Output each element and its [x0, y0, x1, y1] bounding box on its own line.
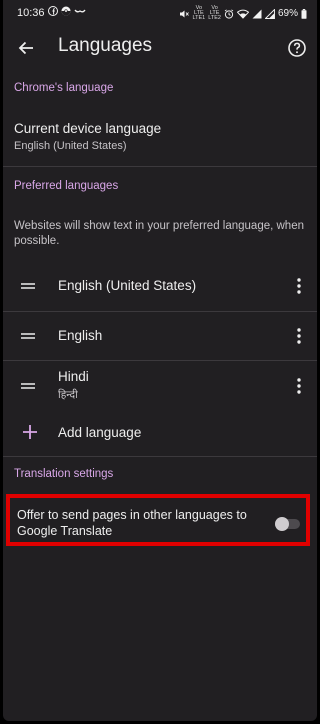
arrow-back-icon [18, 41, 33, 55]
facebook-icon [48, 6, 58, 16]
current-device-language-item[interactable]: Current device language English (United … [3, 112, 317, 162]
page-title: Languages [58, 35, 153, 56]
more-vert-icon[interactable] [293, 327, 305, 345]
signal-icon [264, 8, 275, 19]
add-language-label: Add language [58, 425, 142, 440]
language-row-hindi[interactable]: Hindi हिन्दी [3, 361, 317, 411]
language-row-english-us[interactable]: English (United States) [3, 261, 317, 311]
offer-translate-row[interactable]: Offer to send pages in other languages t… [6, 494, 310, 546]
more-vert-icon[interactable] [293, 277, 305, 295]
more-vert-icon[interactable] [293, 377, 305, 395]
mute-icon [180, 10, 190, 17]
language-native-name: हिन्दी [58, 389, 78, 401]
help-circle-icon [288, 39, 306, 57]
alarm-icon [224, 8, 234, 19]
language-name: Hindi [58, 369, 89, 384]
signal-icon [252, 9, 262, 18]
add-language-button[interactable]: Add language [3, 414, 317, 452]
battery-percent: 69% [277, 8, 298, 19]
section-header-preferred-languages: Preferred languages [14, 180, 119, 192]
back-button[interactable] [14, 36, 38, 60]
help-button[interactable] [286, 37, 308, 59]
screen: 10:36 Vo LTE LTE1 Vo LTE LTE2 69% Langua… [3, 0, 317, 721]
language-name: English [58, 328, 103, 343]
status-left-icons [48, 6, 86, 16]
drag-handle-icon[interactable] [21, 381, 35, 391]
offer-translate-toggle[interactable] [275, 517, 300, 531]
battery-icon [301, 8, 307, 19]
volte2-icon: Vo LTE LTE2 [208, 5, 221, 21]
current-device-language-title: Current device language [14, 121, 162, 136]
current-device-language-value: English (United States) [14, 140, 127, 152]
language-row-english[interactable]: English [3, 311, 317, 361]
wifi-icon [236, 9, 249, 19]
pokeball-icon [61, 6, 71, 16]
language-name: English (United States) [58, 278, 197, 293]
status-time: 10:36 [17, 7, 45, 19]
mustache-icon [74, 9, 86, 13]
app-bar: Languages [3, 26, 317, 72]
status-bar: 10:36 Vo LTE LTE1 Vo LTE LTE2 69% [3, 0, 317, 26]
volte1-icon: Vo LTE LTE1 [192, 5, 206, 21]
section-header-translation-settings: Translation settings [14, 468, 114, 480]
section-header-chrome-language: Chrome's language [14, 82, 114, 94]
status-right-icons: Vo LTE LTE1 Vo LTE LTE2 69% [179, 5, 307, 21]
plus-icon [23, 425, 37, 439]
drag-handle-icon[interactable] [21, 281, 35, 291]
offer-translate-label: Offer to send pages in other languages t… [17, 508, 247, 538]
divider [3, 166, 317, 167]
drag-handle-icon[interactable] [21, 331, 35, 341]
navigation-bar [3, 701, 317, 721]
divider [3, 456, 317, 457]
toggle-thumb [275, 517, 289, 531]
preferred-languages-description: Websites will show text in your preferre… [14, 220, 304, 247]
